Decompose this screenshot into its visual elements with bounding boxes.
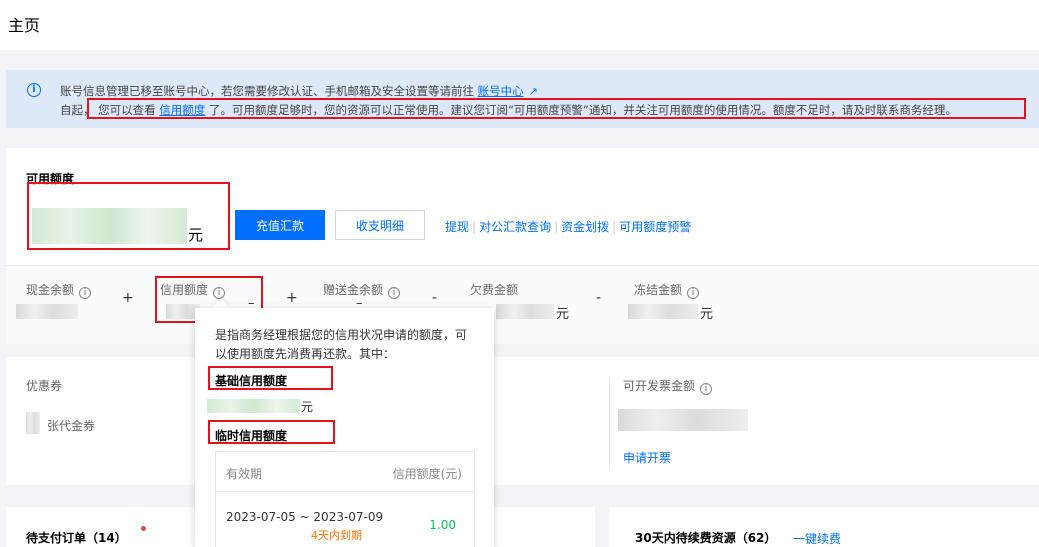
balance-alert-link[interactable]: 可用额度预警 xyxy=(619,220,691,234)
transfer-query-link[interactable]: 对公汇款查询 xyxy=(479,220,551,234)
invoice-amount-redacted xyxy=(618,409,748,431)
coupon-label: 优惠券 xyxy=(26,379,63,393)
tooltip-description: 是指商务经理根据您的信用状况申请的额度，可以使用额度先消费再还款。其中： xyxy=(215,328,468,361)
external-link-icon[interactable]: ↗ xyxy=(529,85,538,98)
cash-balance-label: 现金余额 i xyxy=(26,281,92,299)
arrears-label: 欠费金额 xyxy=(470,283,519,297)
plus-operator: + xyxy=(122,290,134,306)
highlight-box-temp-credit xyxy=(208,420,335,444)
credit-amount: 1.00 xyxy=(429,518,456,532)
question-circle-icon[interactable]: i xyxy=(79,287,92,299)
pending-orders-title[interactable]: 待支付订单（14） xyxy=(26,529,127,546)
table-header: 有效期 信用额度(元) xyxy=(216,452,474,492)
question-circle-icon[interactable]: i xyxy=(388,287,401,299)
account-center-link[interactable]: 账号中心 xyxy=(478,84,524,98)
arrears-unit: 元 xyxy=(556,307,570,322)
renewal-title: 30天内待续费资源（62） xyxy=(635,531,777,545)
recharge-button[interactable]: 充值汇款 xyxy=(235,210,325,240)
fund-allocation-link[interactable]: 资金划拨 xyxy=(561,220,609,234)
apply-invoice-link[interactable]: 申请开票 xyxy=(623,449,671,466)
page-title: 主页 xyxy=(8,16,41,35)
invoice-amount-label: 可开发票金额 i xyxy=(623,377,713,395)
plus-operator: + xyxy=(286,290,298,306)
highlight-box-balance xyxy=(27,182,230,250)
frozen-amount-label: 冻结金额 i xyxy=(634,281,700,299)
question-circle-icon[interactable]: i xyxy=(687,287,700,299)
highlight-box-basic-credit xyxy=(208,366,333,390)
validity-period: 2023-07-05 ~ 2023-07-09 xyxy=(226,510,384,524)
withdraw-link[interactable]: 提现 xyxy=(445,220,469,234)
minus-operator: - xyxy=(432,290,438,306)
basic-credit-unit: 元 xyxy=(301,400,314,414)
cash-balance-value-redacted xyxy=(16,304,78,319)
notice-line-1: 账号信息管理已移至账号中心，若您需要修改认证、手机邮箱及安全设置等请前往 账号中… xyxy=(60,84,538,98)
col-amount: 信用额度(元) xyxy=(392,467,462,481)
highlight-box-notice xyxy=(87,98,1026,119)
info-icon: i xyxy=(27,83,41,97)
expiry-status: 4天内到期 xyxy=(311,529,362,542)
arrears-value-redacted xyxy=(496,304,554,319)
basic-credit-value-redacted xyxy=(207,399,300,413)
top-bar: 主页 xyxy=(0,0,1039,50)
temp-credit-table: 有效期 信用额度(元) 2023-07-05 ~ 2023-07-09 1.00… xyxy=(215,451,475,547)
renewal-card: 30天内待续费资源（62） 一键续费 xyxy=(609,507,1039,547)
quick-links: 提现 | 对公汇款查询 | 资金划拨 | 可用额度预警 xyxy=(445,220,692,234)
minus-operator: - xyxy=(596,290,602,306)
question-circle-icon[interactable]: i xyxy=(700,383,713,395)
coupon-count-redacted xyxy=(26,412,40,434)
frozen-amount-value-redacted xyxy=(628,304,698,319)
coupon-invoice-card: 优惠券 张代金券 可开发票金额 i 申请开票 xyxy=(6,357,1039,485)
col-validity: 有效期 xyxy=(226,467,263,481)
notification-dot xyxy=(141,526,146,531)
statement-button[interactable]: 收支明细 xyxy=(335,210,425,240)
coupon-count-text: 张代金券 xyxy=(47,419,96,433)
frozen-amount-unit: 元 xyxy=(700,307,714,322)
renew-all-link[interactable]: 一键续费 xyxy=(793,530,841,547)
